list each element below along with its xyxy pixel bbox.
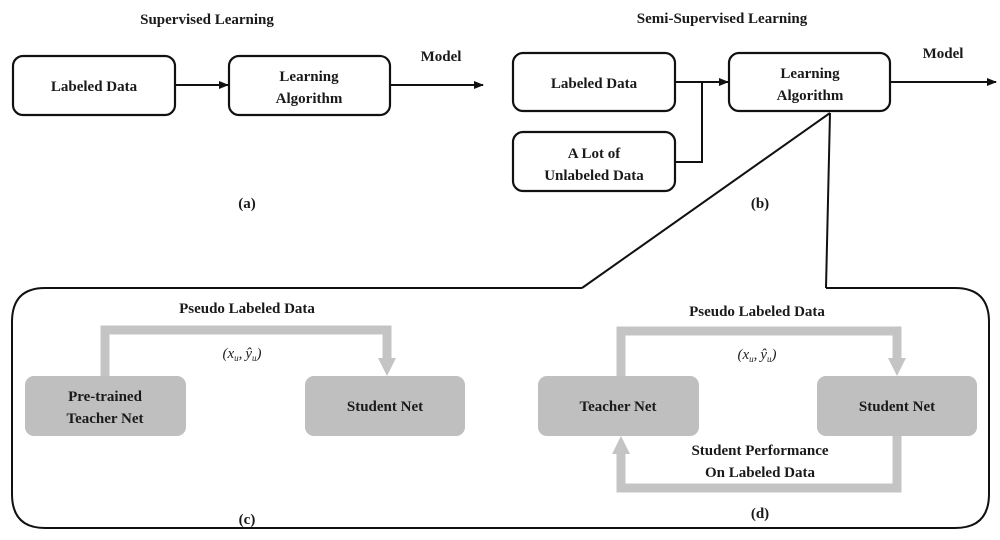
learning-algorithm-label-line2: Algorithm xyxy=(777,88,844,104)
panel-d: Pseudo Labeled Data (xu, ŷu) Teacher Net … xyxy=(538,304,977,522)
pseudo-label-math: (xu, ŷu) xyxy=(737,347,776,364)
model-label: Model xyxy=(923,46,964,62)
panel-d-caption: (d) xyxy=(751,506,769,522)
feedback-label-line2: On Labeled Data xyxy=(705,465,816,481)
model-label: Model xyxy=(421,49,462,65)
panel-b-caption: (b) xyxy=(751,196,769,212)
pseudo-labeled-data-label: Pseudo Labeled Data xyxy=(179,301,315,317)
callout-line-right xyxy=(825,112,831,289)
pseudo-labeled-data-label: Pseudo Labeled Data xyxy=(689,304,825,320)
student-label: Student Net xyxy=(859,399,935,415)
panel-a-title: Supervised Learning xyxy=(140,12,274,28)
panel-b: Semi-Supervised Learning Labeled Data A … xyxy=(511,11,997,212)
unlabeled-data-label-line1: A Lot of xyxy=(568,146,622,162)
panel-a: Supervised Learning Labeled Data Learnin… xyxy=(11,12,484,212)
panel-c-caption: (c) xyxy=(239,512,256,528)
pseudo-label-arrowhead xyxy=(888,358,906,376)
connector-unlabeled xyxy=(675,82,703,163)
labeled-data-label: Labeled Data xyxy=(551,76,638,92)
teacher-label: Teacher Net xyxy=(579,399,656,415)
labeled-data-label: Labeled Data xyxy=(51,79,138,95)
diagram-canvas: Supervised Learning Labeled Data Learnin… xyxy=(11,11,997,529)
student-label: Student Net xyxy=(347,399,423,415)
callout-frame xyxy=(11,112,990,529)
teacher-label-line1: Pre-trained xyxy=(68,389,143,405)
learning-algorithm-label-line1: Learning xyxy=(780,66,840,82)
feedback-arrowhead xyxy=(612,436,630,454)
pseudo-label-arrowhead xyxy=(378,358,396,376)
panel-c: Pseudo Labeled Data (xu, ŷu) Pre-trained … xyxy=(25,301,465,528)
pseudo-label-connector xyxy=(616,326,902,376)
learning-algorithm-label-line1: Learning xyxy=(279,69,339,85)
learning-algorithm-label-line2: Algorithm xyxy=(276,91,343,107)
teacher-label-line2: Teacher Net xyxy=(66,411,143,427)
panel-a-caption: (a) xyxy=(238,196,256,212)
pretrained-teacher-net-box xyxy=(25,376,186,436)
pseudo-label-math: (xu, ŷu) xyxy=(222,346,261,363)
unlabeled-data-label-line2: Unlabeled Data xyxy=(544,168,644,184)
feedback-label-line1: Student Performance xyxy=(691,443,828,459)
panel-b-title: Semi-Supervised Learning xyxy=(637,11,808,27)
